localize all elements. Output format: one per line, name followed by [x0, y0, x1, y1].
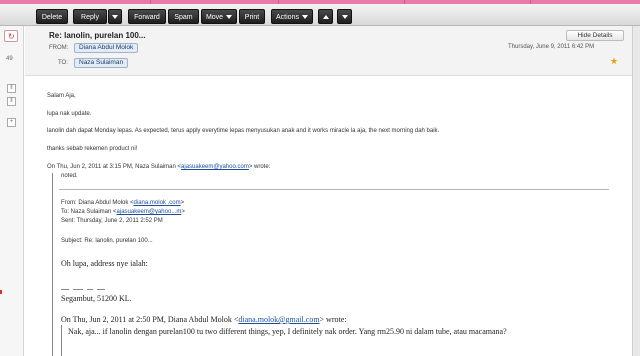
star-icon[interactable]: ★ [610, 56, 618, 67]
address-intro: Oh lupa, address nye ialah: [61, 259, 148, 268]
print-button[interactable]: Print [239, 9, 265, 24]
forwarded-subject: Subject: Re: lanolin, purelan 100... [61, 238, 153, 244]
add-icon[interactable]: + [7, 118, 16, 127]
redacted-address-line [61, 281, 131, 291]
body-line-3: thanks sebab rekemen product ni! [47, 146, 138, 152]
spam-button[interactable]: Spam [168, 9, 199, 24]
rail-marker [0, 290, 2, 294]
forwarded-to: To: Naza Sulaiman <ajasuakeem@yahoo...m> [61, 209, 185, 215]
expand-icon[interactable]: ‖ [7, 97, 16, 106]
noted-text: noted. [61, 173, 78, 179]
delete-button[interactable]: Delete [36, 9, 68, 24]
inner-quoted-message: Nak, aja... if lanolin dengan purelan100… [61, 325, 601, 356]
quote-header: On Thu, Jun 2, 2011 at 3:15 PM, Naza Sul… [47, 164, 271, 170]
body-line-1: lupa nak update. [47, 111, 92, 117]
scrollbar[interactable] [632, 26, 640, 356]
previous-message-button[interactable] [318, 9, 333, 24]
mail-window: Delete Reply Forward Spam Move Print Act… [0, 0, 640, 356]
toolbar: Delete Reply Forward Spam Move Print Act… [0, 4, 640, 26]
inner-quote-header: On Thu, Jun 2, 2011 at 2:50 PM, Diana Ab… [61, 315, 347, 324]
arrow-up-icon [322, 15, 329, 20]
quoted-message: noted. From: Diana Abdul Molok <diana.mo… [52, 173, 609, 356]
arrow-down-icon [341, 15, 348, 20]
forwarded-from-email-link[interactable]: diana.molok .com [134, 200, 181, 206]
message-header: Re: lanolin, purelan 100... Hide Details… [25, 26, 632, 76]
collapse-icon[interactable]: ‖ [7, 84, 16, 93]
address-last-line: Segambut, 51200 KL. [61, 294, 132, 303]
unread-count: 49 [6, 56, 13, 62]
hide-details-button[interactable]: Hide Details [566, 30, 624, 41]
message-subject: Re: lanolin, purelan 100... [49, 31, 146, 40]
forward-button[interactable]: Forward [128, 9, 166, 24]
forwarded-to-email-link[interactable]: ajasuakeem@yahoo...m [117, 209, 182, 215]
actions-button[interactable]: Actions [271, 9, 313, 24]
to-contact-chip[interactable]: Naza Sulaiman [74, 58, 129, 68]
from-label: FROM: [49, 45, 69, 51]
divider [59, 189, 609, 190]
reply-menu-button[interactable] [108, 9, 122, 24]
greeting-text: Salam Aja, [47, 93, 76, 99]
chevron-down-icon [112, 15, 118, 20]
quoted-email-link[interactable]: ajasuakeem@yahoo.com [181, 164, 249, 170]
from-contact-chip[interactable]: Diana Abdul Molok [74, 43, 139, 53]
forwarded-sent: Sent: Thursday, June 2, 2011 2:52 PM [61, 218, 163, 224]
body-line-2: lanolin dah dapat Monday lepas. As expec… [47, 128, 440, 134]
refresh-button[interactable]: ↻ [4, 30, 18, 42]
inner-quote-text: Nak, aja... if lanolin dengan purelan100… [68, 327, 507, 336]
reply-button[interactable]: Reply [73, 9, 107, 24]
chevron-down-icon [226, 15, 233, 20]
refresh-icon: ↻ [8, 32, 15, 41]
message-body: Salam Aja, lupa nak update. lanolin dah … [25, 77, 632, 356]
left-rail: ↻ 49 ‖ ‖ + [0, 26, 24, 356]
next-message-button[interactable] [337, 9, 352, 24]
chevron-down-icon [301, 15, 308, 20]
inner-email-link[interactable]: diana.molok@gmail.com [238, 315, 319, 324]
message-date: Thursday, June 9, 2011 6:42 PM [508, 44, 595, 50]
to-label: TO: [58, 60, 68, 66]
forwarded-from: From: Diana Abdul Molok <diana.molok .co… [61, 200, 185, 206]
move-button[interactable]: Move [201, 9, 237, 24]
